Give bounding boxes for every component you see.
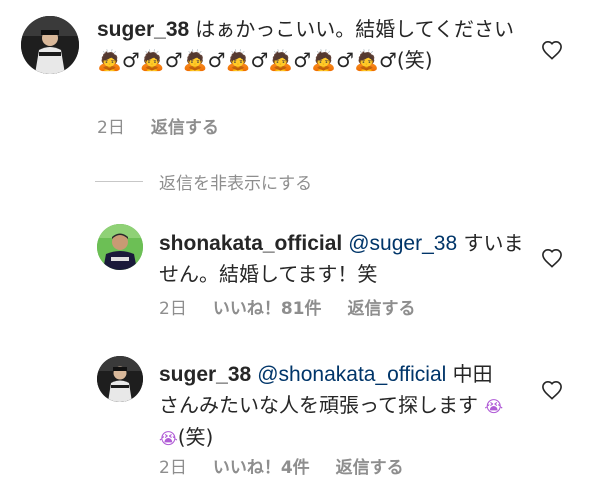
timestamp: 2日 bbox=[159, 299, 187, 319]
heart-icon[interactable] bbox=[541, 40, 563, 60]
username[interactable]: suger_38 bbox=[97, 18, 189, 41]
reply-button[interactable]: 返信する bbox=[151, 118, 219, 138]
avatar[interactable] bbox=[21, 16, 79, 74]
heart-icon[interactable] bbox=[541, 380, 563, 400]
username[interactable]: shonakata_official bbox=[159, 232, 342, 255]
bow-emoji-icon: 🙇 bbox=[97, 48, 122, 72]
reply-button[interactable]: 返信する bbox=[336, 458, 404, 478]
likes-count[interactable]: いいね！4件 bbox=[213, 458, 310, 478]
crying-emoji-icon: 😭 bbox=[484, 397, 504, 416]
male-sign-icon: ♂ bbox=[121, 48, 140, 72]
avatar[interactable] bbox=[97, 224, 143, 270]
divider-line bbox=[95, 180, 143, 182]
comment-text: shonakata_official @suger_38 すいません。結婚してます… bbox=[159, 228, 529, 290]
timestamp: 2日 bbox=[159, 458, 187, 478]
crying-emoji-icon: 😭 bbox=[159, 429, 178, 448]
comment-meta: 2日 返信する bbox=[97, 113, 245, 138]
male-sign-icon: ♂ bbox=[336, 48, 355, 72]
male-sign-icon: ♂ bbox=[378, 48, 397, 72]
bow-emoji-icon: 🙇 bbox=[139, 48, 165, 72]
bow-emoji-icon: 🙇 bbox=[311, 48, 337, 72]
username[interactable]: suger_38 bbox=[159, 363, 251, 386]
bow-emoji-icon: 🙇 bbox=[354, 48, 379, 72]
hide-replies-button[interactable]: 返信を非表示にする bbox=[95, 168, 312, 194]
hide-replies-label: 返信を非表示にする bbox=[159, 173, 313, 194]
comment-meta: 2日 いいね！81件 返信する bbox=[159, 294, 442, 319]
comment-body-end: (笑) bbox=[177, 425, 214, 449]
comment-text: suger_38 @shonakata_official 中田さんみたいな人を頑張… bbox=[159, 359, 509, 454]
male-sign-icon: ♂ bbox=[207, 48, 226, 72]
comment-text: suger_38 はぁかっこいい。結婚してください🙇♂🙇♂🙇♂🙇♂🙇♂🙇♂🙇♂(笑… bbox=[97, 14, 517, 76]
comment-body: はぁかっこいい。結婚してください bbox=[195, 17, 515, 41]
reply-button[interactable]: 返信する bbox=[348, 299, 416, 319]
timestamp: 2日 bbox=[97, 118, 125, 138]
comment-body-end: (笑) bbox=[396, 48, 433, 72]
male-sign-icon: ♂ bbox=[164, 48, 183, 72]
bow-emoji-icon: 🙇 bbox=[268, 48, 294, 72]
bow-emoji-icon: 🙇 bbox=[182, 48, 208, 72]
male-sign-icon: ♂ bbox=[250, 48, 269, 72]
mention-link[interactable]: @suger_38 bbox=[348, 232, 457, 255]
mention-link[interactable]: @shonakata_official bbox=[257, 363, 446, 386]
likes-count[interactable]: いいね！81件 bbox=[213, 299, 322, 319]
bow-emoji-icon: 🙇 bbox=[225, 48, 251, 72]
avatar[interactable] bbox=[97, 356, 143, 402]
comment-meta: 2日 いいね！4件 返信する bbox=[159, 453, 430, 478]
heart-icon[interactable] bbox=[541, 248, 563, 268]
male-sign-icon: ♂ bbox=[293, 48, 312, 72]
